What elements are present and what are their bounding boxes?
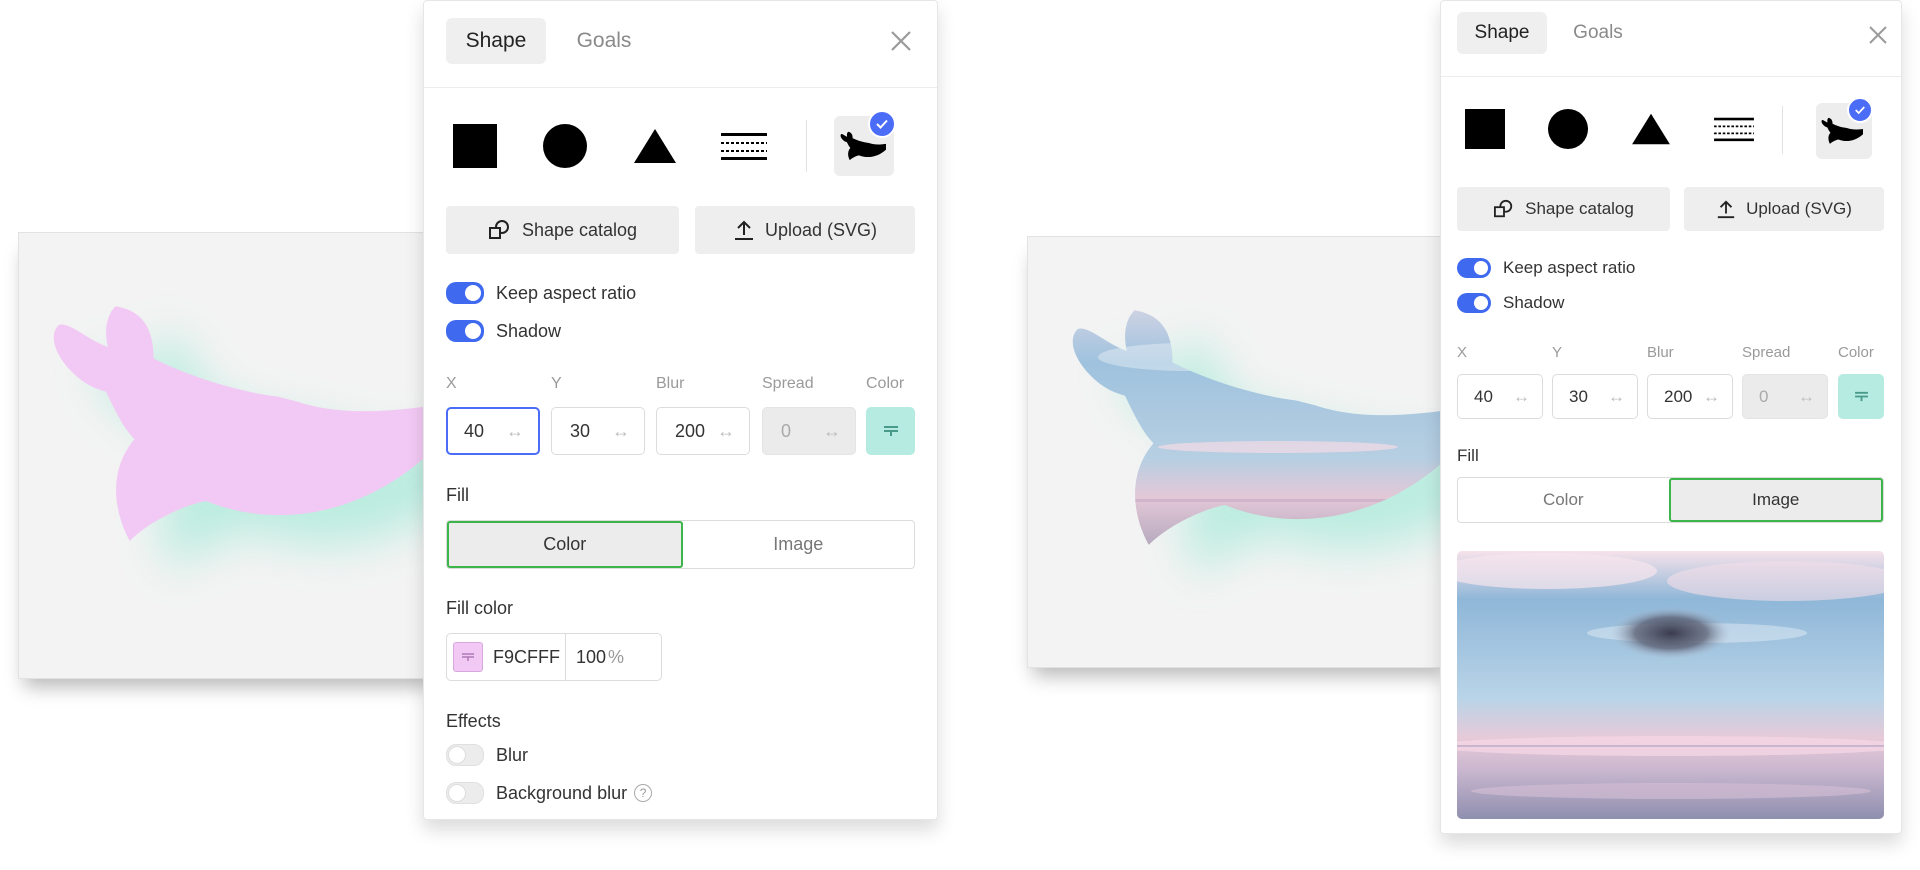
triangle-icon[interactable] [630, 121, 680, 171]
shadow-spread-input: 0 ↔ [762, 407, 856, 455]
fill-opacity-value[interactable]: 100% [565, 634, 624, 680]
shadow-y-input[interactable]: 30 ↔ [1552, 374, 1638, 419]
canvas-right [1027, 236, 1449, 668]
upload-svg-button[interactable]: Upload (SVG) [695, 206, 915, 254]
panel-header: Shape Goals [424, 1, 937, 88]
fill-image-option[interactable]: Image [683, 521, 915, 568]
whale-icon[interactable] [1816, 97, 1873, 159]
divider [1782, 106, 1783, 154]
tab-shape[interactable]: Shape [446, 18, 546, 64]
close-icon[interactable] [890, 30, 912, 52]
selected-check-icon [1847, 97, 1873, 123]
color-label: Color [866, 375, 905, 392]
fill-pattern-icon [462, 653, 474, 661]
x-label: X [1457, 344, 1468, 361]
shadow-x-input[interactable]: 40 ↔ [446, 407, 540, 455]
shadow-color-swatch[interactable] [866, 407, 915, 455]
shadow-spread-input: 0 ↔ [1742, 374, 1828, 419]
effects-title: Effects [446, 711, 501, 731]
circle-icon[interactable] [540, 121, 590, 171]
spread-label: Spread [762, 375, 814, 392]
fill-title: Fill [446, 485, 469, 505]
triangle-icon[interactable] [1629, 107, 1673, 151]
upload-icon [1717, 200, 1735, 219]
shadow-toggle[interactable]: Shadow [1457, 293, 1564, 313]
spread-label: Spread [1742, 344, 1791, 361]
shadow-color-swatch[interactable] [1838, 374, 1884, 419]
fill-color-option[interactable]: Color [1458, 478, 1669, 522]
fill-color-option[interactable]: Color [447, 521, 683, 568]
whale-shape-left[interactable] [19, 233, 439, 678]
tab-shape[interactable]: Shape [1457, 12, 1547, 54]
fill-color-field[interactable]: F9CFFF 100% [446, 633, 662, 681]
fill-image-option[interactable]: Image [1668, 478, 1883, 522]
help-icon[interactable]: ? [634, 784, 653, 802]
tab-goals[interactable]: Goals [1553, 12, 1643, 54]
shape-settings-panel-left: Shape Goals Shape catalog Upload (SVG) K… [423, 0, 938, 820]
blur-toggle[interactable]: Blur [446, 744, 528, 766]
shape-catalog-button[interactable]: Shape catalog [1457, 187, 1670, 231]
fill-type-segmented: Color Image [1457, 477, 1884, 523]
keep-aspect-toggle[interactable]: Keep aspect ratio [1457, 258, 1635, 278]
shadow-blur-input[interactable]: 200 ↔ [656, 407, 750, 455]
shadow-x-input[interactable]: 40 ↔ [1457, 374, 1543, 419]
keep-aspect-toggle[interactable]: Keep aspect ratio [446, 282, 636, 304]
fill-color-swatch[interactable] [453, 642, 483, 672]
fill-pattern-icon [883, 426, 898, 436]
color-label: Color [1838, 344, 1874, 361]
divider [806, 120, 807, 172]
square-icon[interactable] [450, 121, 500, 171]
shape-picker [424, 110, 937, 181]
circle-icon[interactable] [1546, 107, 1590, 151]
upload-icon [734, 220, 753, 240]
fill-pattern-icon [1854, 391, 1868, 402]
background-blur-toggle[interactable]: Background blur ? [446, 782, 653, 804]
panel-header: Shape Goals [1441, 1, 1901, 77]
x-label: X [446, 375, 457, 392]
y-label: Y [551, 375, 562, 392]
selected-check-icon [868, 110, 896, 138]
shape-settings-panel-right: Shape Goals Shape catalog Upload (SVG) K… [1440, 0, 1902, 834]
shadow-blur-input[interactable]: 200 ↔ [1647, 374, 1733, 419]
blur-label: Blur [1647, 344, 1674, 361]
shapes-catalog-icon [488, 220, 509, 239]
close-icon[interactable] [1868, 25, 1888, 45]
square-icon[interactable] [1463, 107, 1507, 151]
dashed-lines-icon[interactable] [719, 121, 769, 171]
shapes-catalog-icon [1494, 199, 1513, 218]
canvas-left [18, 232, 440, 679]
y-label: Y [1552, 344, 1563, 361]
blur-label: Blur [656, 375, 685, 392]
whale-shape-right[interactable] [1028, 237, 1448, 667]
fill-hex-value[interactable]: F9CFFF [493, 647, 565, 668]
fill-image-preview[interactable] [1457, 551, 1884, 819]
tab-goals[interactable]: Goals [554, 18, 654, 64]
shape-picker [1441, 97, 1901, 163]
fill-color-title: Fill color [446, 598, 514, 618]
fill-type-segmented: Color Image [446, 520, 915, 569]
whale-icon[interactable] [834, 110, 896, 176]
upload-svg-button[interactable]: Upload (SVG) [1684, 187, 1884, 231]
shadow-toggle[interactable]: Shadow [446, 320, 561, 342]
shadow-y-input[interactable]: 30 ↔ [551, 407, 645, 455]
fill-title: Fill [1457, 446, 1479, 465]
dashed-lines-icon[interactable] [1712, 107, 1756, 151]
shape-catalog-button[interactable]: Shape catalog [446, 206, 679, 254]
